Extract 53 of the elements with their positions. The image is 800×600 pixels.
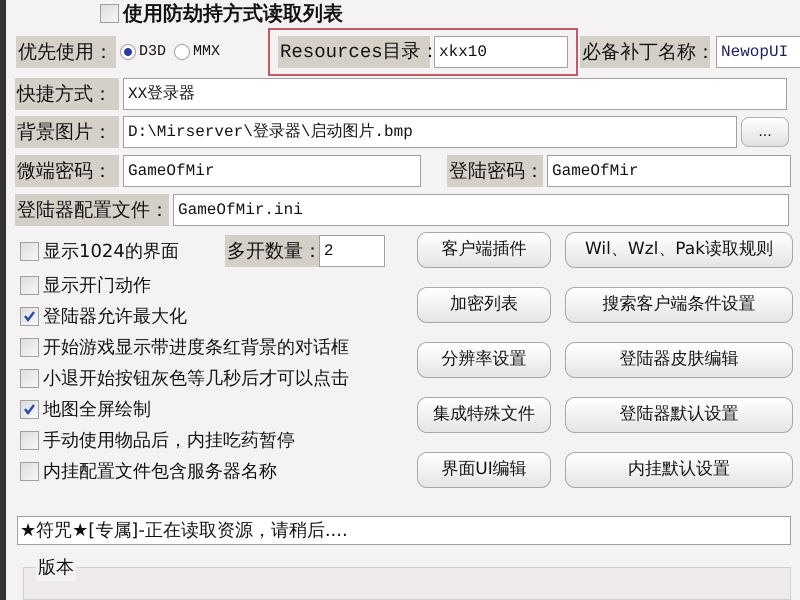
checkbox[interactable] — [20, 431, 39, 450]
option-label: 小退开始按钮灰色等几秒后才可以点击 — [43, 367, 349, 391]
option-label: 内挂配置文件包含服务器名称 — [43, 460, 277, 484]
option-label: 登陆器允许最大化 — [43, 305, 187, 329]
browse-button[interactable]: ... — [741, 117, 789, 147]
option-label: 显示1024的界面 — [43, 240, 179, 264]
option-label: 使用防劫持方式读取列表 — [123, 0, 343, 27]
option-label: 显示开门动作 — [43, 274, 151, 298]
action-button[interactable]: 搜索客户端条件设置 — [565, 287, 793, 323]
checkbox[interactable] — [20, 242, 39, 260]
field-label: 多开数量： — [224, 235, 319, 267]
radio-button[interactable] — [120, 44, 136, 60]
option-label: 手动使用物品后，内挂吃药暂停 — [43, 429, 295, 453]
option-label: 开始游戏显示带进度条红背景的对话框 — [43, 336, 349, 360]
checkbox[interactable] — [20, 462, 39, 481]
field-label: 微端密码： — [15, 155, 119, 187]
field-label: 优先使用： — [16, 36, 116, 68]
checkmark-icon — [23, 403, 36, 416]
input-field[interactable]: GameOfMir — [547, 155, 791, 187]
action-button[interactable]: 界面UI编辑 — [417, 452, 551, 488]
checkbox[interactable] — [20, 369, 39, 388]
field-label: 登陆密码： — [447, 155, 543, 187]
action-button[interactable]: 分辨率设置 — [417, 342, 551, 378]
field-label: 背景图片： — [15, 116, 119, 148]
checkmark-icon — [23, 310, 36, 323]
radio-button[interactable] — [174, 44, 190, 60]
action-button[interactable]: 加密列表 — [417, 287, 551, 323]
input-field[interactable]: xkx10 — [434, 36, 568, 68]
input-field[interactable]: D:\Mirserver\登录器\启动图片.bmp — [123, 116, 737, 148]
action-button[interactable]: 登陆器皮肤编辑 — [565, 342, 793, 378]
checkbox[interactable] — [20, 338, 39, 357]
option-label: 地图全屏绘制 — [43, 398, 151, 422]
input-field[interactable]: NewopUI — [716, 36, 800, 68]
checkbox[interactable] — [100, 4, 119, 22]
action-button[interactable]: 登陆器默认设置 — [565, 397, 793, 433]
input-field[interactable]: 2 — [318, 235, 385, 267]
field-label: Resources目录： — [278, 36, 430, 68]
field-label: 登陆器配置文件： — [15, 194, 169, 226]
field-label: 快捷方式： — [15, 78, 119, 110]
field-label: 必备补丁名称： — [580, 36, 710, 68]
input-field[interactable]: GameOfMir — [123, 155, 421, 187]
action-button[interactable]: Wil、Wzl、Pak读取规则 — [565, 232, 793, 268]
radio-label: D3D — [139, 42, 166, 62]
action-button[interactable]: 内挂默认设置 — [565, 452, 793, 488]
checkbox[interactable] — [20, 276, 39, 295]
radio-label: MMX — [193, 42, 220, 62]
input-field[interactable]: XX登录器 — [123, 78, 787, 110]
action-button[interactable]: 客户端插件 — [417, 232, 551, 268]
action-button[interactable]: 集成特殊文件 — [417, 397, 551, 433]
checkbox[interactable] — [20, 307, 39, 326]
input-field[interactable]: GameOfMir.ini — [173, 194, 789, 226]
checkbox[interactable] — [20, 400, 39, 419]
status-field: ★符咒★[专属]-正在读取资源，请稍后.... — [17, 516, 791, 545]
